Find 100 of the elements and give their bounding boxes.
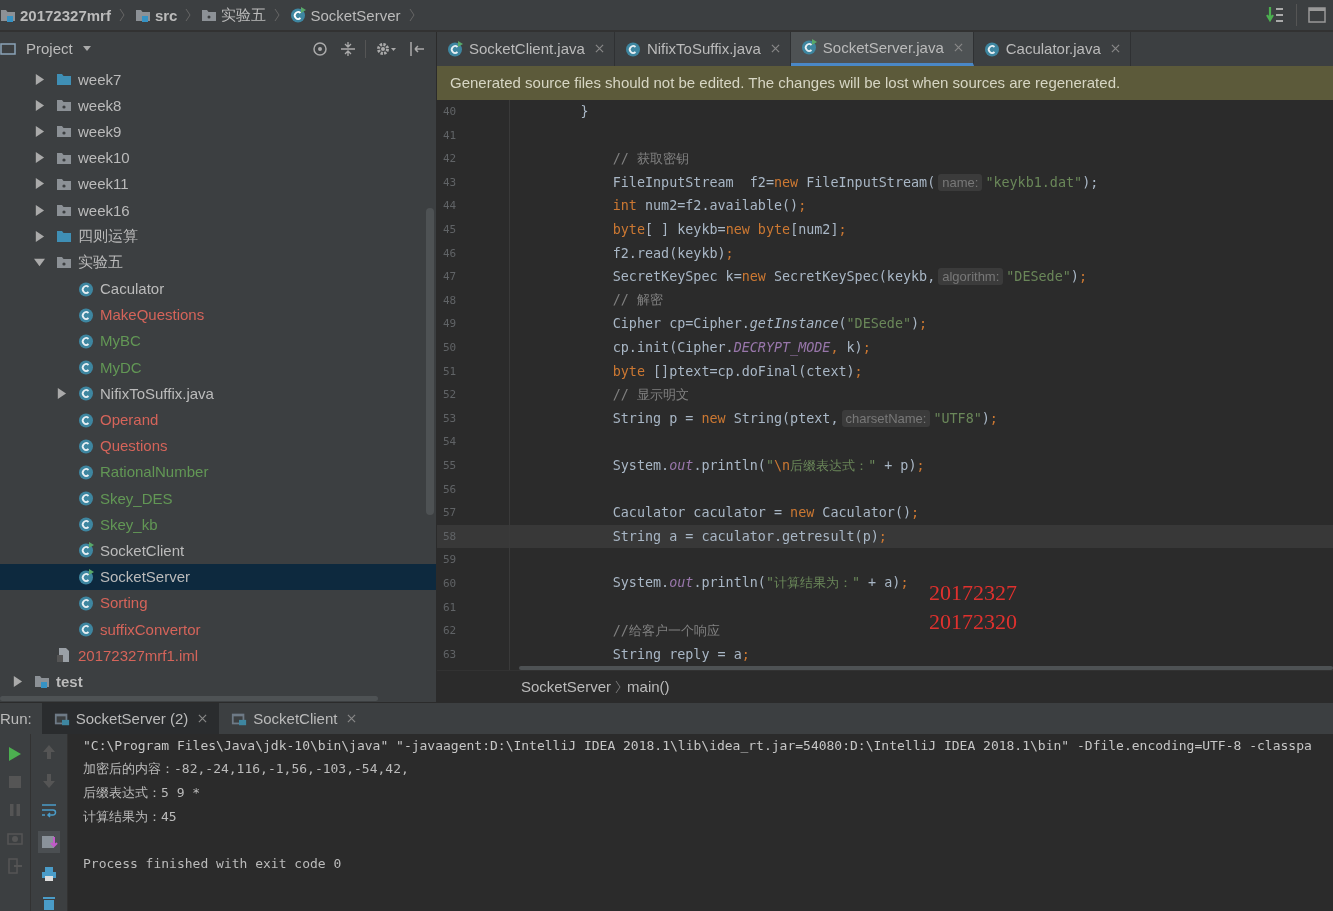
line-number: 50 <box>442 341 458 355</box>
code-line: System.out.println("计算结果为：" + a); <box>611 574 909 593</box>
tree-item[interactable]: 四则运算 <box>0 223 436 250</box>
close-icon[interactable] <box>953 42 963 52</box>
breadcrumb-item[interactable]: 20172327mrf <box>0 6 111 24</box>
runnable-class-icon <box>290 7 307 23</box>
close-icon[interactable] <box>1110 44 1120 54</box>
tree-item[interactable]: Skey_DES <box>0 485 436 512</box>
tree-item[interactable]: test <box>0 668 436 695</box>
tree-item[interactable]: week7 <box>0 66 436 93</box>
tree-item[interactable]: RationalNumber <box>0 458 436 485</box>
breadcrumb-item[interactable]: SocketServer <box>290 6 401 24</box>
console-line: 后缀表达式：5 9 * <box>83 784 202 802</box>
collapse-arrow-icon[interactable] <box>34 256 45 268</box>
item-label: Skey_DES <box>100 489 173 507</box>
tree-item[interactable]: MakeQuestions <box>0 301 436 328</box>
project-view-dropdown[interactable]: Project <box>22 40 95 57</box>
expand-arrow-icon[interactable] <box>12 675 23 687</box>
soft-wrap-icon[interactable] <box>41 802 57 818</box>
tree-item[interactable]: Skey_kb <box>0 511 436 538</box>
line-number: 49 <box>442 317 458 331</box>
tree-item[interactable]: 实验五 <box>0 249 436 276</box>
breadcrumb-item[interactable]: main() <box>627 678 670 696</box>
tree-item[interactable]: SocketServer <box>0 563 436 590</box>
item-label: Sorting <box>100 594 148 612</box>
tree-item[interactable]: week8 <box>0 92 436 119</box>
breadcrumb-item[interactable]: src <box>134 6 178 24</box>
class-icon <box>624 40 641 57</box>
caret-icon <box>82 46 91 51</box>
expand-arrow-icon[interactable] <box>34 152 45 164</box>
module-folder-icon <box>0 7 16 23</box>
tree-item[interactable]: Questions <box>0 432 436 459</box>
chevron-icon <box>118 8 125 22</box>
package-folder-icon <box>201 7 218 23</box>
item-label: NifixToSuffix.java <box>100 384 214 402</box>
class-icon <box>78 463 94 480</box>
code-line: String a = caculator.getresult(p); <box>611 528 887 544</box>
editor-tab[interactable]: SocketClient.java <box>437 32 615 66</box>
expand-arrow-icon[interactable] <box>34 178 45 190</box>
line-number: 52 <box>442 388 458 402</box>
scroll-to-end-icon[interactable] <box>38 831 60 853</box>
line-number: 47 <box>442 270 458 284</box>
tree-item[interactable]: suffixConvertor <box>0 615 436 643</box>
item-label: week11 <box>78 175 129 193</box>
run-tab[interactable]: SocketClient <box>219 703 369 734</box>
target-icon[interactable] <box>312 40 328 57</box>
tree-item[interactable]: week16 <box>0 196 436 224</box>
tree-item[interactable]: week10 <box>0 144 436 171</box>
expand-arrow-icon[interactable] <box>34 125 45 137</box>
trash-icon[interactable] <box>41 895 57 911</box>
code-line: System.out.println("\n后缀表达式：" + p); <box>611 456 925 475</box>
editor-tab[interactable]: SocketServer.java <box>790 32 974 66</box>
code-line: // 获取密钥 <box>611 149 689 168</box>
runnable-class-icon <box>78 542 94 559</box>
hide-panel-icon[interactable] <box>409 40 425 57</box>
editor-tab[interactable]: NifixToSuffix.java <box>614 32 791 66</box>
tree-item[interactable]: NifixToSuffix.java <box>0 380 436 407</box>
package-folder-icon <box>56 123 72 140</box>
tree-item[interactable]: Sorting <box>0 589 436 616</box>
expand-arrow-icon[interactable] <box>56 387 67 399</box>
item-label: week10 <box>78 149 130 167</box>
scrollbar[interactable] <box>0 696 378 701</box>
tree-item[interactable]: week9 <box>0 118 436 145</box>
scrollbar[interactable] <box>519 666 1333 671</box>
expand-arrow-icon[interactable] <box>34 230 45 242</box>
line-number: 56 <box>442 482 458 496</box>
line-number: 55 <box>442 459 458 472</box>
line-number: 41 <box>442 128 458 142</box>
collapse-all-icon[interactable] <box>340 40 356 57</box>
tree-item[interactable]: SocketClient <box>0 537 436 564</box>
run-icon[interactable] <box>7 746 23 762</box>
tree-item[interactable]: MyBC <box>0 327 436 355</box>
line-number: 45 <box>442 223 458 237</box>
expand-arrow-icon[interactable] <box>34 99 45 111</box>
close-icon[interactable] <box>594 44 604 54</box>
breadcrumb-item[interactable]: 实验五 <box>201 5 267 25</box>
tree-item[interactable]: 20172327mrf1.iml <box>0 642 436 669</box>
code-line: f2.read(keykb); <box>611 245 734 261</box>
breadcrumb-item[interactable]: SocketServer <box>521 678 612 696</box>
tree-item[interactable]: Caculator <box>0 275 436 302</box>
class-icon <box>983 40 1000 57</box>
editor-tab[interactable]: Caculator.java <box>973 32 1131 66</box>
item-label: 20172327mrf1.iml <box>78 646 199 664</box>
expand-arrow-icon[interactable] <box>34 73 45 85</box>
item-label: Questions <box>100 437 168 455</box>
source-folder-icon <box>34 673 50 690</box>
window-icon[interactable] <box>1307 5 1327 25</box>
item-label: test <box>56 672 83 690</box>
close-icon[interactable] <box>347 714 357 723</box>
close-icon[interactable] <box>198 714 208 723</box>
settings-icon[interactable] <box>375 40 397 57</box>
run-tab[interactable]: SocketServer (2) <box>41 703 220 734</box>
class-icon <box>78 516 94 533</box>
tree-item[interactable]: Operand <box>0 406 436 433</box>
close-icon[interactable] <box>770 44 780 54</box>
tree-item[interactable]: MyDC <box>0 354 436 381</box>
item-label: week9 <box>78 122 122 140</box>
print-icon[interactable] <box>41 866 57 882</box>
tree-item[interactable]: week11 <box>0 170 436 197</box>
expand-arrow-icon[interactable] <box>34 204 45 216</box>
